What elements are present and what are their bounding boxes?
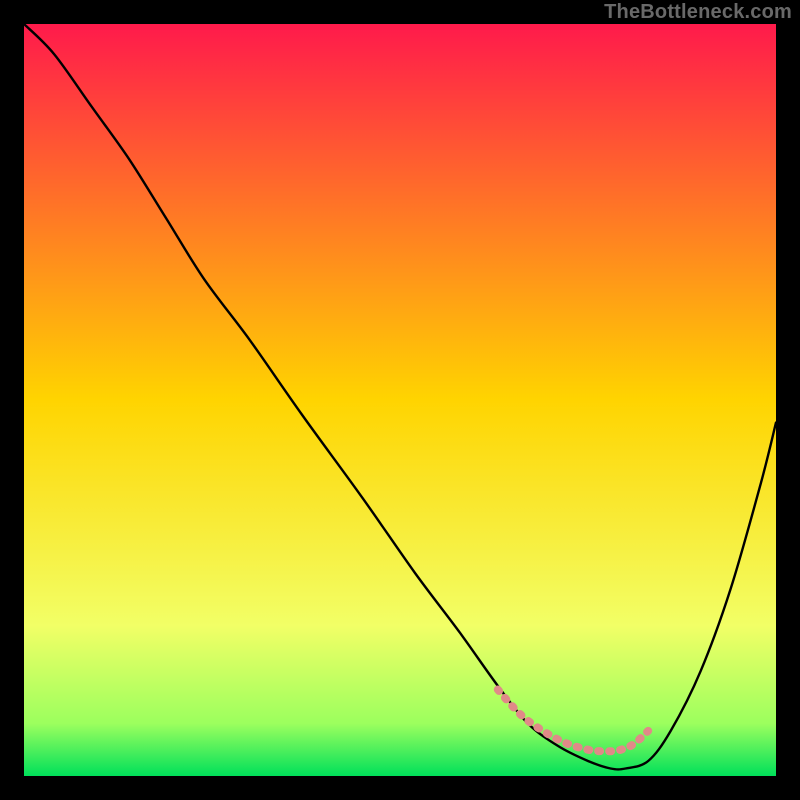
branding-watermark: TheBottleneck.com xyxy=(604,2,792,22)
chart-plot xyxy=(24,24,776,776)
gradient-backdrop xyxy=(24,24,776,776)
chart-stage: TheBottleneck.com xyxy=(0,0,800,800)
